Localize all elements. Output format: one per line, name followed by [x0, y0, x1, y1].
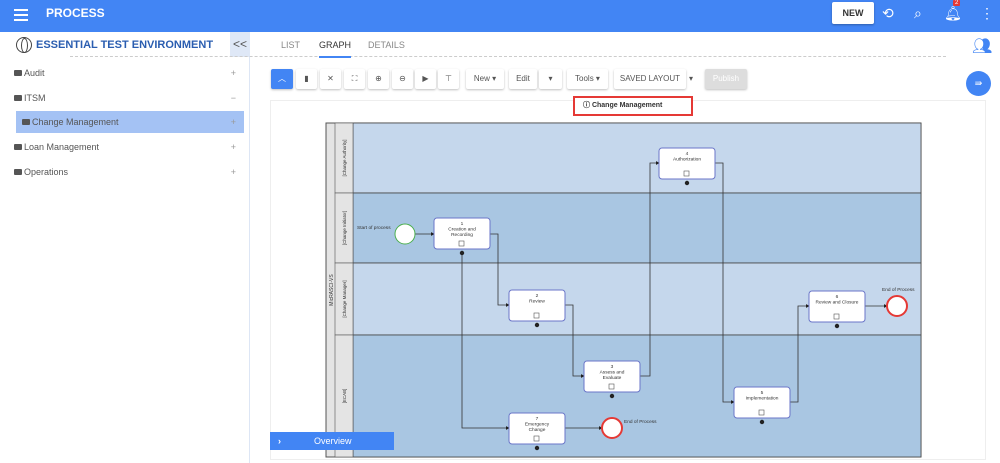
task-number: 5 — [761, 390, 764, 396]
overview-panel-toggle[interactable]: › Overview — [270, 432, 394, 450]
lane-label: [ECAB] — [342, 389, 347, 404]
info-icon[interactable] — [834, 323, 840, 329]
process-diagram: [Change Authority] [Change Initiator] [Cha… — [325, 122, 922, 458]
swimlane — [352, 122, 922, 194]
start-event[interactable] — [394, 223, 416, 245]
end-event[interactable] — [601, 417, 623, 439]
task-number: 3 — [611, 364, 614, 370]
expand-subprocess-icon[interactable] — [533, 435, 540, 442]
expand-subprocess-icon[interactable] — [683, 170, 690, 177]
task-label: Creation and — [448, 227, 476, 233]
task-label: Implementation — [746, 396, 779, 402]
task-label: Review — [529, 299, 545, 305]
task-number: 6 — [836, 294, 839, 300]
info-icon[interactable] — [459, 250, 465, 256]
task-label: Emergency — [525, 422, 550, 428]
task-number: 2 — [536, 293, 539, 299]
expand-subprocess-icon[interactable] — [758, 409, 765, 416]
info-icon[interactable] — [609, 393, 615, 399]
lane-label: [Change Manager] — [342, 280, 347, 317]
task-label: Evaluate — [603, 375, 622, 381]
lane-label: [Change Initiator] — [342, 211, 347, 245]
task-number: 1 — [461, 221, 464, 227]
end-event-label: End of Process — [624, 419, 657, 425]
task-label: Review and Closure — [816, 300, 859, 306]
task-label: Authorization — [673, 157, 701, 163]
expand-subprocess-icon[interactable] — [833, 313, 840, 320]
task-number: 7 — [536, 416, 539, 422]
task-number: 4 — [686, 151, 689, 157]
overview-label: Overview — [314, 436, 352, 446]
info-icon[interactable] — [684, 180, 690, 186]
info-icon[interactable] — [759, 419, 765, 425]
info-icon[interactable] — [534, 322, 540, 328]
task-label: Assess and — [600, 370, 625, 376]
lane-label: [Change Authority] — [342, 139, 347, 176]
end-event-label: End of Process — [882, 287, 915, 293]
expand-subprocess-icon[interactable] — [458, 240, 465, 247]
pool-label: MicRASCI-VS — [329, 274, 335, 306]
start-event-label: Start of process — [357, 225, 391, 231]
task-label: Recording — [451, 232, 473, 238]
swimlane — [352, 334, 922, 458]
end-event[interactable] — [886, 295, 908, 317]
expand-subprocess-icon[interactable] — [608, 383, 615, 390]
info-icon[interactable] — [534, 445, 540, 451]
task-label: Change — [529, 427, 546, 433]
expand-subprocess-icon[interactable] — [533, 312, 540, 319]
